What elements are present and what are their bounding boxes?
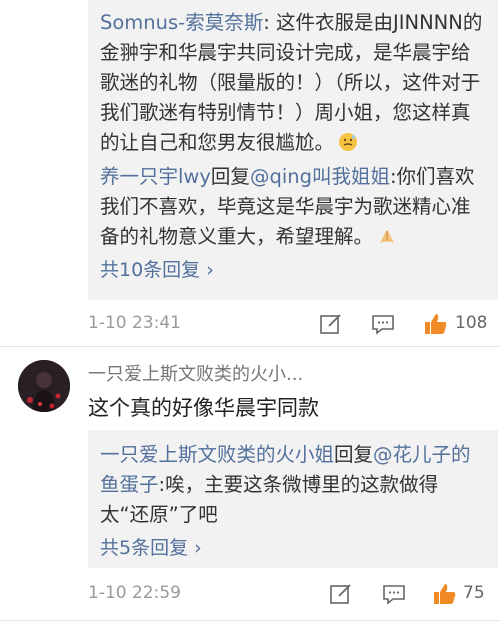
edit-icon[interactable] [318, 311, 344, 337]
reply-box[interactable]: Somnus-索莫奈斯: 这件衣服是由JINNNN的金翀宇和华晨宇共同设计完成，… [88, 0, 498, 300]
edit-icon[interactable] [328, 581, 354, 607]
nervous-emoji-icon [339, 133, 358, 151]
comment-icon[interactable] [381, 581, 407, 607]
comment-action-row: 1-10 22:59 75 [0, 573, 500, 617]
divider [0, 620, 500, 621]
praying-hands-emoji-icon [380, 230, 395, 243]
comment-icon[interactable] [370, 311, 396, 337]
like-count: 75 [463, 583, 485, 603]
reply-item[interactable]: 一只爱上斯文败类的火小姐回复@花儿子的鱼蛋子:唉，主要这条微博里的这款做得太“还… [100, 440, 486, 530]
comment-text: 这个真的好像华晨宇同款 [88, 396, 319, 420]
reply-item[interactable]: Somnus-索莫奈斯: 这件衣服是由JINNNN的金翀宇和华晨宇共同设计完成，… [100, 8, 486, 158]
reply-mention[interactable]: @qing叫我姐姐 [250, 165, 390, 188]
comment-time: 1-10 22:59 [88, 583, 181, 603]
divider [0, 346, 500, 347]
comment-action-row: 1-10 23:41 108 [0, 303, 500, 347]
avatar[interactable] [18, 360, 70, 412]
reply-word: 回复 [334, 443, 374, 466]
more-replies-link[interactable]: 共10条回复 › [100, 256, 214, 284]
comment-username[interactable]: 一只爱上斯文败类的火小... [88, 360, 303, 386]
like-thumb-icon[interactable] [423, 311, 449, 337]
reply-username[interactable]: 养一只宇lwy [100, 165, 211, 188]
reply-word: 回复 [210, 165, 250, 188]
like-thumb-icon[interactable] [432, 581, 458, 607]
reply-username[interactable]: 一只爱上斯文败类的火小姐 [100, 443, 334, 466]
comment-feed: Somnus-索莫奈斯: 这件衣服是由JINNNN的金翀宇和华晨宇共同设计完成，… [0, 0, 500, 626]
reply-item[interactable]: 养一只宇lwy回复@qing叫我姐姐:你们喜欢我们不喜欢，毕竟这是华晨宇为歌迷精… [100, 162, 486, 252]
reply-box[interactable]: 一只爱上斯文败类的火小姐回复@花儿子的鱼蛋子:唉，主要这条微博里的这款做得太“还… [88, 430, 498, 568]
reply-username[interactable]: Somnus-索莫奈斯 [100, 11, 263, 34]
more-replies-link[interactable]: 共5条回复 › [100, 534, 202, 562]
comment-time: 1-10 23:41 [88, 313, 181, 333]
like-count: 108 [455, 313, 488, 333]
avatar-image [18, 360, 70, 412]
